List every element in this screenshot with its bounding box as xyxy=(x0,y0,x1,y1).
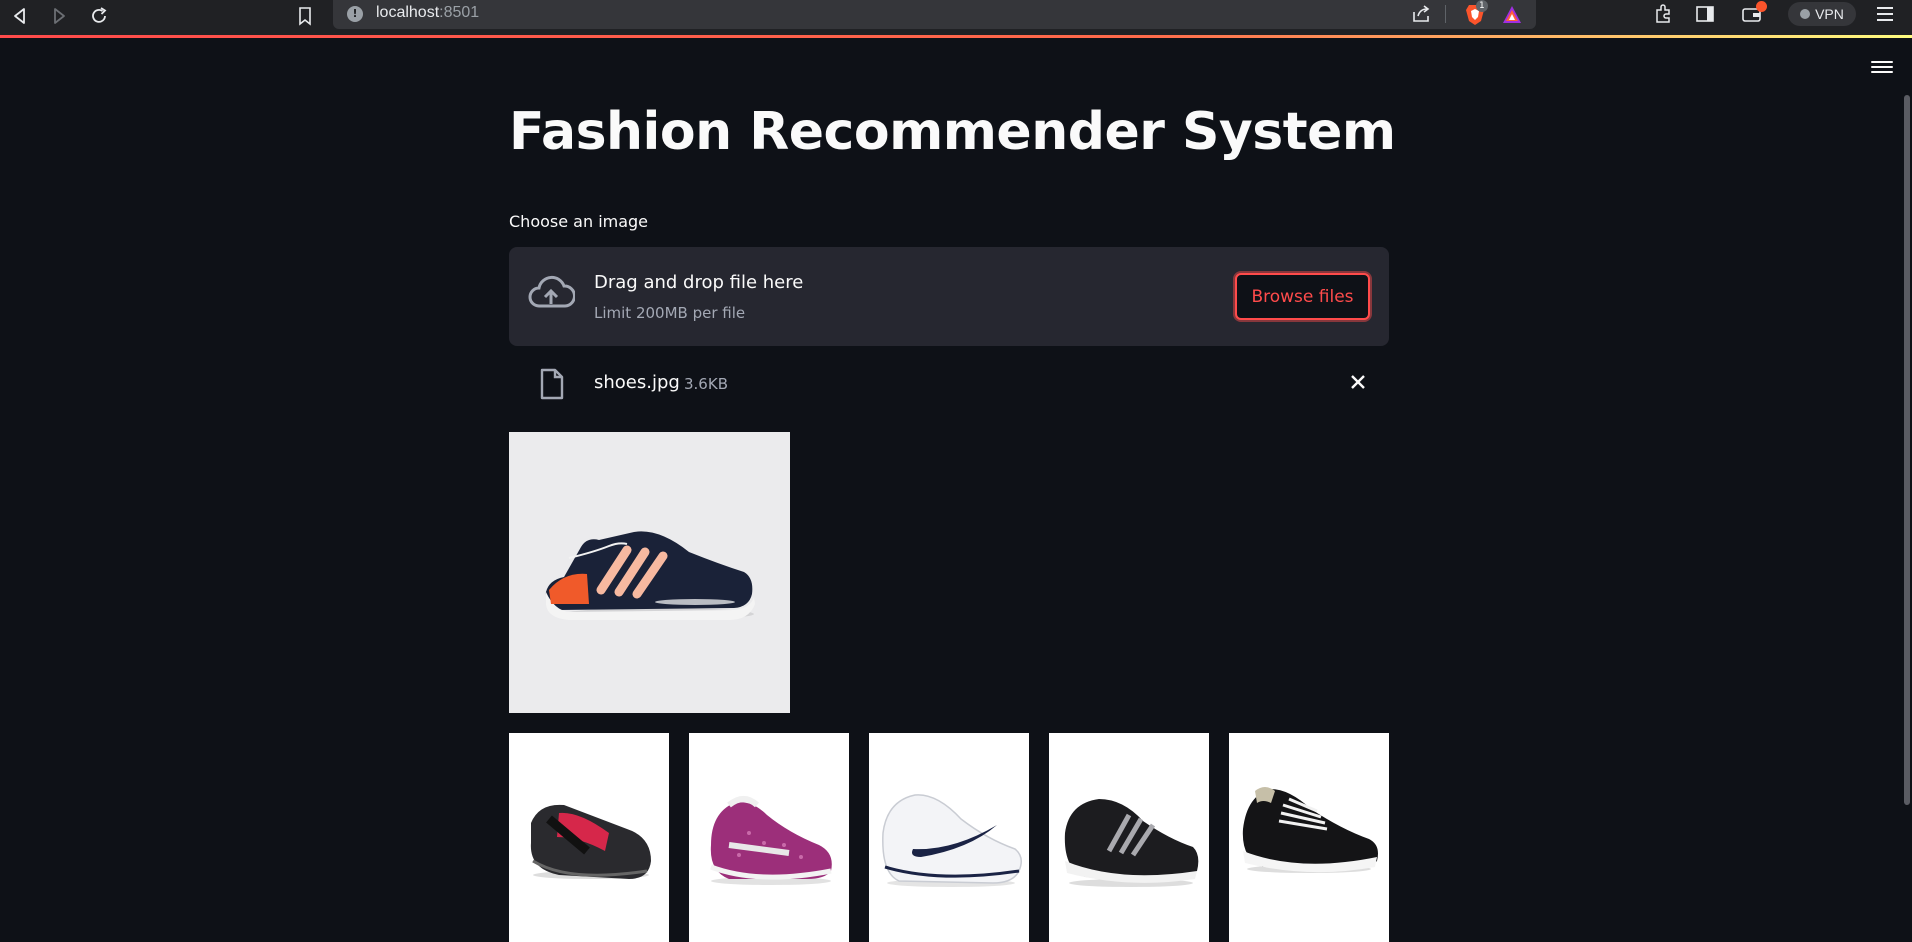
uploaded-file-row: shoes.jpg 3.6KB xyxy=(509,362,1389,404)
shields-count-badge: 1 xyxy=(1476,0,1488,12)
navy-sneaker-image xyxy=(509,432,790,713)
brave-rewards-icon[interactable] xyxy=(1501,4,1523,30)
app-menu-icon[interactable] xyxy=(1871,58,1893,76)
reload-icon[interactable] xyxy=(87,4,111,28)
vpn-button[interactable]: VPN xyxy=(1788,2,1856,26)
purple-knit-sneaker-image xyxy=(689,733,849,942)
black-striped-running-shoe-image xyxy=(1049,733,1209,942)
sidebar-toggle-icon[interactable] xyxy=(1694,3,1716,29)
extensions-icon[interactable] xyxy=(1652,3,1674,29)
dropzone-limit: Limit 200MB per file xyxy=(594,304,746,322)
site-info-icon[interactable]: ! xyxy=(347,6,363,22)
address-bar[interactable]: ! localhost:8501 1 xyxy=(333,0,1536,29)
black-red-mary-jane-shoe-image xyxy=(509,733,669,942)
dropzone-title: Drag and drop file here xyxy=(594,272,804,293)
notification-dot xyxy=(1756,1,1767,12)
file-dropzone[interactable]: Drag and drop file here Limit 200MB per … xyxy=(509,247,1389,346)
vpn-status-icon xyxy=(1800,9,1811,19)
white-navy-swoosh-sneaker-image xyxy=(869,733,1029,942)
forward-icon[interactable] xyxy=(47,4,71,28)
app-decoration-bar xyxy=(0,35,1912,38)
file-name: shoes.jpg xyxy=(594,372,680,393)
address-divider xyxy=(1445,5,1446,23)
browser-toolbar: ! localhost:8501 1 VPN xyxy=(0,0,1912,35)
black-canvas-sneaker-image xyxy=(1229,733,1389,942)
share-icon[interactable] xyxy=(1410,3,1432,29)
vpn-label: VPN xyxy=(1815,6,1844,22)
browser-menu-icon[interactable] xyxy=(1876,6,1894,26)
scrollbar[interactable] xyxy=(1904,95,1910,805)
bookmark-icon[interactable] xyxy=(293,4,317,28)
browse-files-button[interactable]: Browse files xyxy=(1235,273,1370,320)
uploader-label: Choose an image xyxy=(509,212,649,231)
url-text: localhost:8501 xyxy=(376,4,480,21)
page-title: Fashion Recommender System xyxy=(509,102,1396,162)
recommendations-row xyxy=(509,733,1389,942)
close-icon[interactable] xyxy=(1346,370,1370,394)
file-size: 3.6KB xyxy=(684,375,728,393)
cloud-upload-icon xyxy=(527,274,576,314)
file-icon xyxy=(539,368,565,400)
back-icon[interactable] xyxy=(8,4,32,28)
